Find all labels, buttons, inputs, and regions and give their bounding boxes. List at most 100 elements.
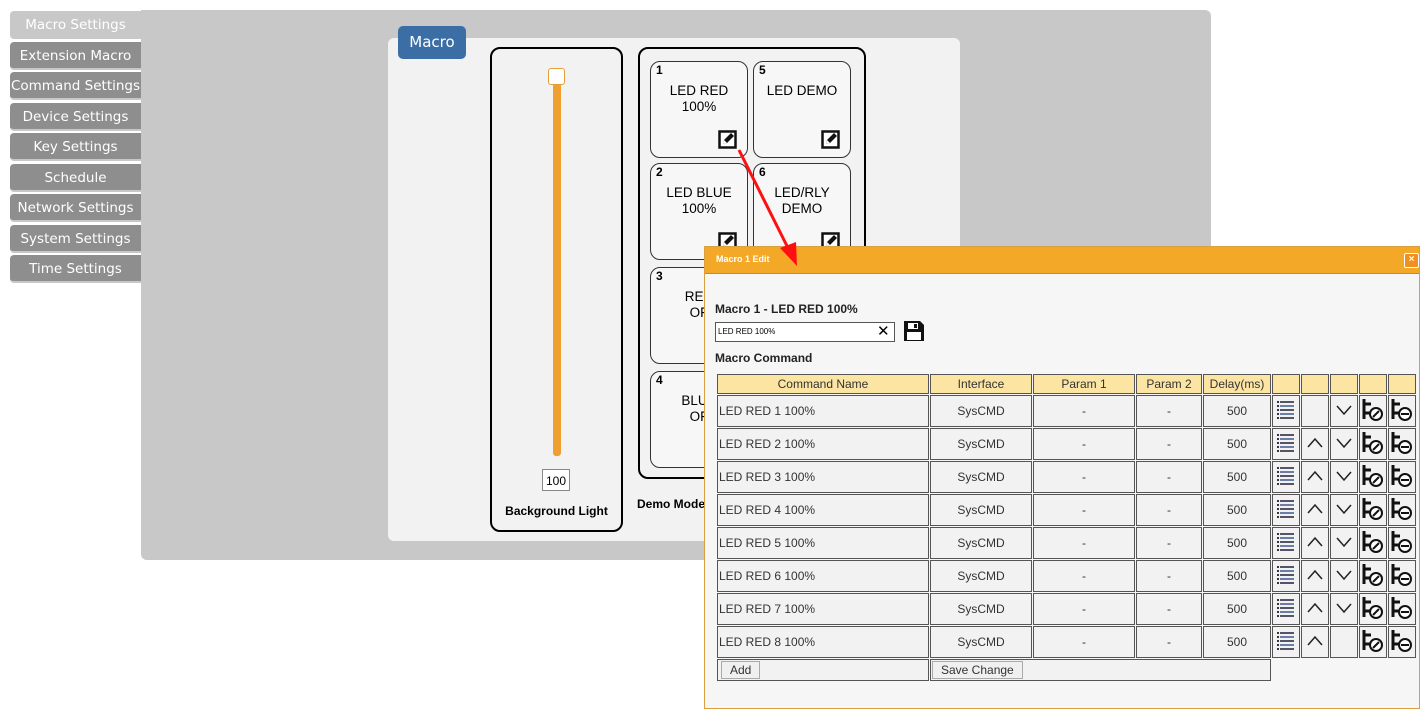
macro-button-number: 3 <box>656 269 663 283</box>
save-change-button[interactable]: Save Change <box>932 661 1023 679</box>
command-list-icon[interactable] <box>1272 560 1300 592</box>
insert-command-icon[interactable] <box>1359 593 1387 625</box>
sidebar-item-network-settings[interactable]: Network Settings <box>10 194 141 222</box>
background-light-slider-handle[interactable] <box>548 68 565 85</box>
empty-cell <box>1301 395 1329 427</box>
insert-command-icon[interactable] <box>1359 395 1387 427</box>
macro-button-label: LED/RLY DEMO <box>774 185 830 216</box>
param2-cell: - <box>1136 560 1202 592</box>
command-list-icon[interactable] <box>1272 494 1300 526</box>
macro-command-heading: Macro Command <box>715 351 813 365</box>
clear-icon[interactable]: ✕ <box>877 322 890 342</box>
sidebar-item-device-settings[interactable]: Device Settings <box>10 102 141 131</box>
column-header <box>1330 374 1358 394</box>
interface-cell: SysCMD <box>930 560 1032 592</box>
delete-command-icon[interactable] <box>1388 461 1416 493</box>
move-up-icon[interactable] <box>1301 494 1329 526</box>
background-light-value[interactable]: 100 <box>542 469 570 491</box>
move-down-icon[interactable] <box>1330 593 1358 625</box>
param2-cell: - <box>1136 593 1202 625</box>
move-down-icon[interactable] <box>1330 560 1358 592</box>
insert-command-icon[interactable] <box>1359 428 1387 460</box>
command-list-icon[interactable] <box>1272 461 1300 493</box>
interface-cell: SysCMD <box>930 461 1032 493</box>
table-row: LED RED 3 100% SysCMD - -500 <box>717 461 1416 493</box>
edit-icon[interactable] <box>821 130 840 149</box>
command-name-cell: LED RED 3 100% <box>717 461 929 493</box>
column-header: Param 2 <box>1136 374 1202 394</box>
sidebar-item-extension-macro[interactable]: Extension Macro <box>10 41 141 70</box>
command-name-cell: LED RED 1 100% <box>717 395 929 427</box>
command-name-cell: LED RED 6 100% <box>717 560 929 592</box>
delay-cell: 500 <box>1203 593 1271 625</box>
param1-cell: - <box>1033 395 1135 427</box>
move-down-icon[interactable] <box>1330 461 1358 493</box>
macro-button-number: 6 <box>759 165 766 179</box>
delay-cell: 500 <box>1203 560 1271 592</box>
delete-command-icon[interactable] <box>1388 626 1416 658</box>
close-icon[interactable]: × <box>1404 253 1419 268</box>
move-down-icon[interactable] <box>1330 527 1358 559</box>
command-list-icon[interactable] <box>1272 626 1300 658</box>
macro-button-number: 4 <box>656 373 663 387</box>
delete-command-icon[interactable] <box>1388 494 1416 526</box>
sidebar-item-time-settings[interactable]: Time Settings <box>10 255 141 283</box>
param1-cell: - <box>1033 494 1135 526</box>
interface-cell: SysCMD <box>930 593 1032 625</box>
macro-panel-title: Macro <box>398 26 466 59</box>
delete-command-icon[interactable] <box>1388 527 1416 559</box>
add-cell: Add <box>717 659 929 681</box>
delete-command-icon[interactable] <box>1388 428 1416 460</box>
column-header <box>1359 374 1387 394</box>
move-down-icon[interactable] <box>1330 395 1358 427</box>
command-list-icon[interactable] <box>1272 428 1300 460</box>
move-up-icon[interactable] <box>1301 428 1329 460</box>
sidebar-item-command-settings[interactable]: Command Settings <box>10 72 141 100</box>
add-button[interactable]: Add <box>721 661 761 679</box>
sidebar-item-schedule[interactable]: Schedule <box>10 163 141 192</box>
move-up-icon[interactable] <box>1301 461 1329 493</box>
demo-mode-label: Demo Mode <box>637 497 706 511</box>
delete-command-icon[interactable] <box>1388 395 1416 427</box>
command-list-icon[interactable] <box>1272 527 1300 559</box>
sidebar-item-key-settings[interactable]: Key Settings <box>10 133 141 161</box>
macro-button-1[interactable]: 1 LED RED 100% <box>650 61 748 158</box>
background-light-slider-track[interactable] <box>553 78 561 456</box>
param1-cell: - <box>1033 626 1135 658</box>
table-row: LED RED 4 100% SysCMD - -500 <box>717 494 1416 526</box>
insert-command-icon[interactable] <box>1359 626 1387 658</box>
insert-command-icon[interactable] <box>1359 461 1387 493</box>
delay-cell: 500 <box>1203 626 1271 658</box>
command-name-cell: LED RED 7 100% <box>717 593 929 625</box>
macro-name-input[interactable]: LED RED 100% <box>715 322 895 342</box>
dialog-title: Macro 1 Edit <box>716 254 770 264</box>
param2-cell: - <box>1136 626 1202 658</box>
macro-button-label: LED DEMO <box>766 83 838 98</box>
param1-cell: - <box>1033 461 1135 493</box>
macro-button-5[interactable]: 5 LED DEMO <box>753 61 851 158</box>
sidebar-item-macro-settings[interactable]: Macro Settings <box>10 11 141 39</box>
sidebar-item-system-settings[interactable]: System Settings <box>10 224 141 253</box>
insert-command-icon[interactable] <box>1359 527 1387 559</box>
delete-command-icon[interactable] <box>1388 560 1416 592</box>
command-list-icon[interactable] <box>1272 593 1300 625</box>
command-name-cell: LED RED 4 100% <box>717 494 929 526</box>
move-up-icon[interactable] <box>1301 527 1329 559</box>
move-down-icon[interactable] <box>1330 494 1358 526</box>
edit-icon[interactable] <box>718 130 737 149</box>
move-up-icon[interactable] <box>1301 626 1329 658</box>
insert-command-icon[interactable] <box>1359 560 1387 592</box>
delete-command-icon[interactable] <box>1388 593 1416 625</box>
interface-cell: SysCMD <box>930 626 1032 658</box>
dialog-header: Macro 1 Edit × <box>705 247 1419 274</box>
column-header <box>1272 374 1300 394</box>
save-icon[interactable] <box>903 320 925 342</box>
macro-heading: Macro 1 - LED RED 100% <box>715 302 858 316</box>
table-row: LED RED 6 100% SysCMD - -500 <box>717 560 1416 592</box>
insert-command-icon[interactable] <box>1359 494 1387 526</box>
macro-button-number: 5 <box>759 63 766 77</box>
move-down-icon[interactable] <box>1330 428 1358 460</box>
move-up-icon[interactable] <box>1301 560 1329 592</box>
command-list-icon[interactable] <box>1272 395 1300 427</box>
move-up-icon[interactable] <box>1301 593 1329 625</box>
